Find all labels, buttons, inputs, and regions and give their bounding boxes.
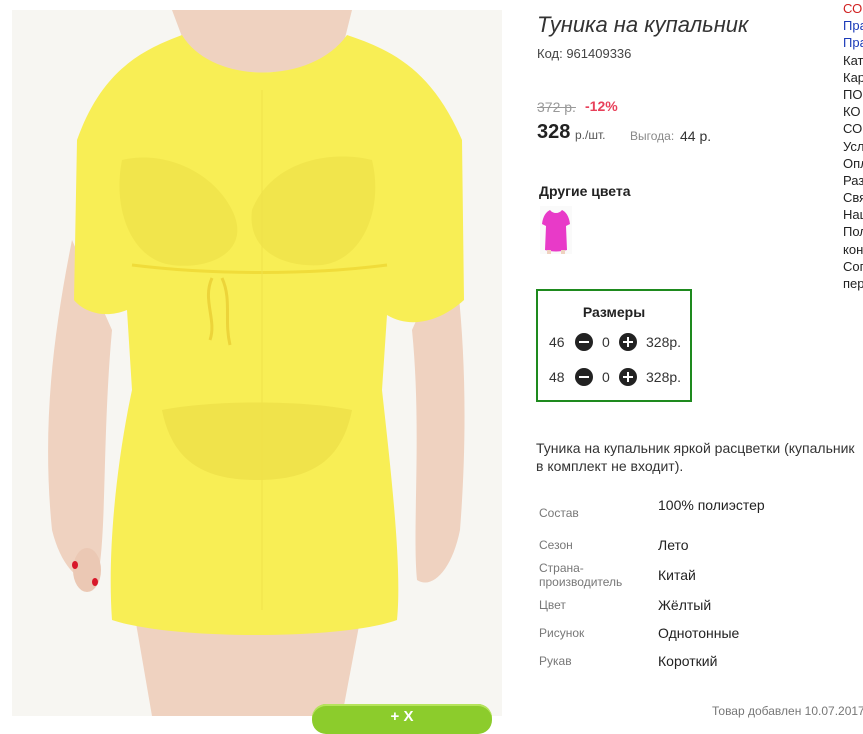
other-colors-title: Другие цвета xyxy=(539,183,631,199)
description-line: Туника на купальник яркой расцветки (куп… xyxy=(536,440,855,456)
benefit-value: 44 р. xyxy=(680,128,712,144)
side-menu-item[interactable]: Сог xyxy=(843,258,863,275)
property-key: Страна-производитель xyxy=(539,561,623,589)
side-menu: СОПраПраКатКарПОКОСОУслОплРазСвяНашПолко… xyxy=(843,0,863,292)
product-image[interactable] xyxy=(12,10,502,716)
current-price: 328 xyxy=(537,121,571,143)
benefit-label: Выгода: xyxy=(630,129,675,143)
property-value: Лето xyxy=(658,537,689,553)
property-value: Короткий xyxy=(658,653,718,669)
product-title: Туника на купальник xyxy=(537,12,749,37)
side-menu-item[interactable]: Опл xyxy=(843,155,863,172)
side-menu-item[interactable]: кон xyxy=(843,241,863,258)
side-menu-item[interactable]: Наш xyxy=(843,206,863,223)
color-swatch-pink[interactable] xyxy=(540,206,572,254)
description-line: в комплект не входит). xyxy=(536,458,684,474)
property-value: Китай xyxy=(658,567,696,583)
side-menu-item[interactable]: ПО xyxy=(843,86,863,103)
side-menu-item[interactable]: Свя xyxy=(843,189,863,206)
price-unit: р./шт. xyxy=(575,128,606,142)
side-menu-item[interactable]: Пра xyxy=(843,34,863,51)
property-key: Рукав xyxy=(539,654,572,668)
product-code: Код: 961409336 xyxy=(537,46,632,61)
side-menu-item[interactable]: СО xyxy=(843,120,863,137)
sizes-title: Размеры xyxy=(582,304,646,320)
property-key: Сезон xyxy=(539,538,573,552)
sizes-panel: Размеры 46 0 328р. 48 0 328р. xyxy=(536,289,692,402)
size-value: 46 xyxy=(549,334,565,350)
property-value: Жёлтый xyxy=(658,597,712,613)
side-menu-item[interactable]: Раз xyxy=(843,172,863,189)
quantity-value[interactable]: 0 xyxy=(602,369,610,385)
size-row: 48 0 328р. xyxy=(538,367,690,387)
quantity-value[interactable]: 0 xyxy=(602,334,610,350)
side-menu-item[interactable]: Кат xyxy=(843,52,863,69)
property-key: Цвет xyxy=(539,598,566,612)
discount-badge: -12% xyxy=(585,98,618,114)
size-value: 48 xyxy=(549,369,565,385)
property-value: Однотонные xyxy=(658,625,740,641)
side-menu-item[interactable]: СО xyxy=(843,0,863,17)
property-key: Рисунок xyxy=(539,626,585,640)
product-description: Туника на купальник яркой расцветки (куп… xyxy=(536,439,863,475)
side-menu-item[interactable]: КО xyxy=(843,103,863,120)
side-menu-item[interactable]: пер xyxy=(843,275,863,292)
size-price: 328р. xyxy=(646,334,682,350)
add-to-cart-button[interactable]: + Х xyxy=(312,704,492,734)
old-price: 372 р. xyxy=(537,99,576,115)
increase-quantity-button[interactable] xyxy=(619,333,637,351)
property-value: 100% полиэстер xyxy=(658,497,765,513)
increase-quantity-button[interactable] xyxy=(619,368,637,386)
side-menu-item[interactable]: Усл xyxy=(843,138,863,155)
side-menu-item[interactable]: Кар xyxy=(843,69,863,86)
decrease-quantity-button[interactable] xyxy=(575,333,593,351)
size-price: 328р. xyxy=(646,369,682,385)
size-row: 46 0 328р. xyxy=(538,332,690,352)
property-key: Состав xyxy=(539,506,579,520)
decrease-quantity-button[interactable] xyxy=(575,368,593,386)
side-menu-item[interactable]: Пра xyxy=(843,17,863,34)
side-menu-item[interactable]: Пол xyxy=(843,223,863,240)
